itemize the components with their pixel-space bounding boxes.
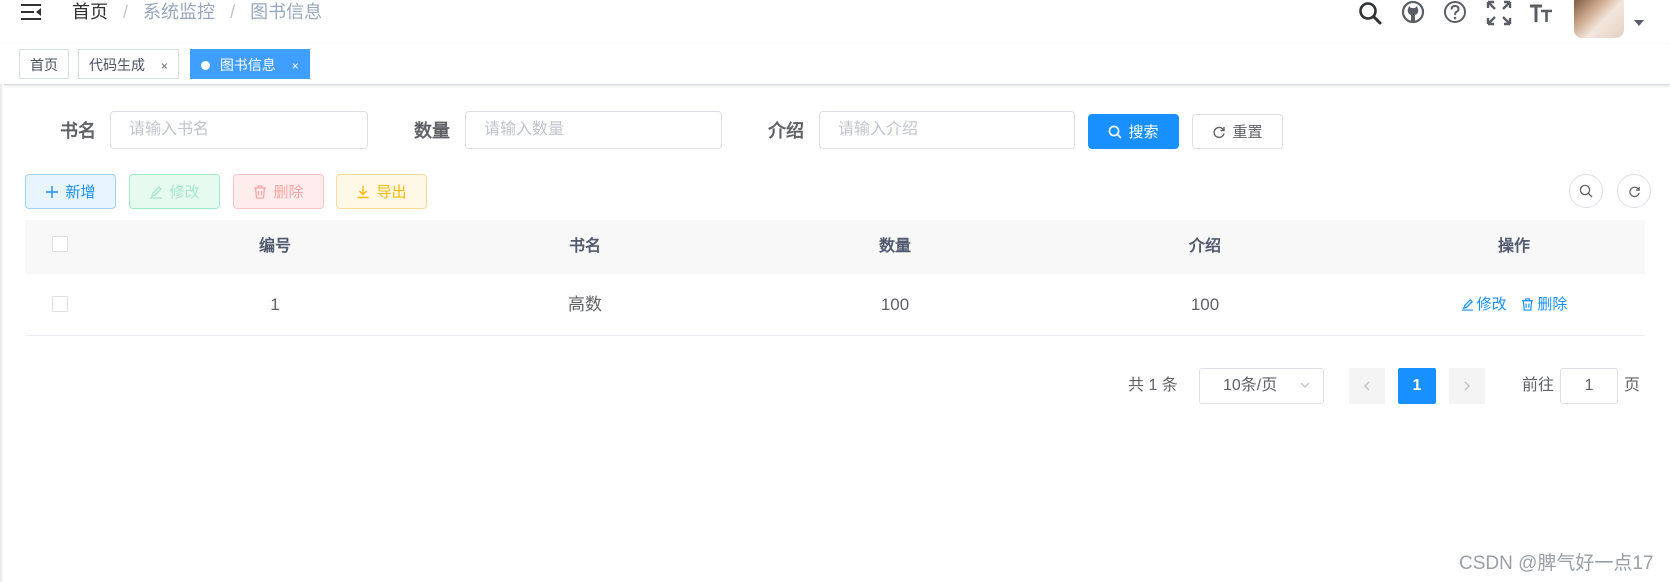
jump-prefix: 前往	[1522, 377, 1555, 394]
page-number-active[interactable]: 1	[1398, 368, 1436, 404]
row-delete-link[interactable]: 删除	[1521, 274, 1567, 335]
breadcrumb-item-home[interactable]: 首页	[72, 2, 108, 22]
row-checkbox[interactable]	[52, 296, 68, 312]
navbar: 首页 / 系统监控 / 图书信息	[0, 0, 1670, 44]
github-icon[interactable]	[1400, 0, 1426, 26]
intro-input[interactable]	[819, 111, 1075, 149]
question-icon[interactable]	[1442, 0, 1468, 26]
delete-icon	[1522, 298, 1534, 311]
quantity-input[interactable]	[465, 111, 722, 149]
row-delete-label: 删除	[1537, 296, 1568, 313]
watermark: CSDN @脾气好一点17	[1459, 553, 1654, 574]
refresh-icon	[1213, 126, 1226, 138]
delete-button-label: 删除	[273, 184, 304, 201]
tag-label: 首页	[30, 57, 58, 73]
row-edit-label: 修改	[1476, 296, 1507, 313]
reset-button-label: 重置	[1232, 124, 1263, 141]
jump-suffix: 页	[1624, 377, 1641, 394]
refresh-icon	[1628, 186, 1640, 197]
breadcrumb-separator: /	[123, 2, 129, 22]
next-page-button[interactable]	[1449, 368, 1485, 404]
cell-intro: 100	[1190, 295, 1220, 314]
jump-page-input[interactable]	[1560, 368, 1618, 404]
column-header-actions: 操作	[1497, 238, 1530, 255]
hamburger-icon[interactable]	[20, 1, 42, 23]
tag-label: 图书信息	[219, 57, 276, 73]
edit-button-label: 修改	[169, 184, 200, 201]
cell-quantity: 100	[880, 295, 910, 314]
cell-actions: 修改 删除	[1394, 274, 1634, 335]
table-row: 1 高数 100 100 修改 删除	[25, 274, 1645, 336]
page-size-value: 10条/页	[1223, 377, 1278, 394]
export-button[interactable]: 导出	[336, 174, 427, 209]
breadcrumb-item-current: 图书信息	[250, 2, 323, 22]
toggle-search-button[interactable]	[1569, 174, 1603, 208]
avatar[interactable]	[1574, 0, 1624, 38]
close-icon[interactable]: ×	[161, 59, 168, 73]
export-button-label: 导出	[376, 184, 407, 201]
caret-down-icon[interactable]	[1634, 20, 1644, 26]
add-button-label: 新增	[65, 184, 96, 201]
delete-button[interactable]: 删除	[233, 174, 324, 209]
page-size-select[interactable]: 10条/页	[1199, 368, 1324, 404]
text-size-icon[interactable]	[1528, 0, 1554, 26]
refresh-button[interactable]	[1617, 174, 1651, 208]
search-button[interactable]: 搜索	[1088, 114, 1179, 149]
tag-home[interactable]: 首页	[19, 49, 69, 79]
breadcrumb: 首页 / 系统监控 / 图书信息	[72, 0, 322, 24]
edit-icon	[1461, 299, 1473, 311]
download-icon	[357, 185, 369, 198]
search-icon	[1579, 184, 1593, 198]
active-dot-icon	[201, 61, 210, 70]
search-icon[interactable]	[1357, 0, 1383, 26]
plus-icon	[46, 185, 59, 198]
fullscreen-icon[interactable]	[1486, 0, 1512, 26]
prev-page-button[interactable]	[1349, 368, 1385, 404]
book-name-input[interactable]	[110, 111, 368, 149]
cell-name: 高数	[568, 295, 602, 314]
column-header-intro: 介绍	[1188, 238, 1221, 255]
table-header: 编号 书名 数量 介绍 操作	[25, 220, 1645, 275]
edit-button[interactable]: 修改	[129, 174, 220, 209]
breadcrumb-separator: /	[230, 2, 236, 22]
search-icon	[1109, 125, 1123, 139]
pagination-total: 共 1 条	[1128, 377, 1178, 394]
quantity-label: 数量	[414, 121, 450, 141]
delete-icon	[254, 184, 267, 199]
tag-label: 代码生成	[89, 57, 145, 73]
edit-icon	[150, 185, 163, 199]
row-edit-link[interactable]: 修改	[1461, 274, 1507, 335]
column-header-id: 编号	[258, 238, 291, 255]
breadcrumb-item-monitor: 系统监控	[143, 2, 216, 22]
chevron-left-icon	[1363, 381, 1370, 391]
close-icon[interactable]: ×	[292, 59, 299, 73]
tags-view: 首页 代码生成 × 图书信息 ×	[0, 44, 1670, 85]
book-name-label: 书名	[60, 121, 96, 141]
search-button-label: 搜索	[1128, 124, 1159, 141]
reset-button[interactable]: 重置	[1192, 114, 1283, 149]
chevron-down-icon	[1300, 382, 1310, 388]
tag-book-info[interactable]: 图书信息 ×	[190, 49, 310, 79]
column-header-name: 书名	[568, 238, 601, 255]
sidebar-edge	[0, 84, 4, 582]
chevron-right-icon	[1464, 381, 1471, 391]
cell-id: 1	[270, 295, 280, 314]
tag-code-gen[interactable]: 代码生成 ×	[78, 49, 179, 79]
intro-label: 介绍	[768, 121, 804, 141]
add-button[interactable]: 新增	[25, 174, 116, 209]
select-all-checkbox[interactable]	[52, 236, 68, 252]
column-header-quantity: 数量	[878, 238, 911, 255]
